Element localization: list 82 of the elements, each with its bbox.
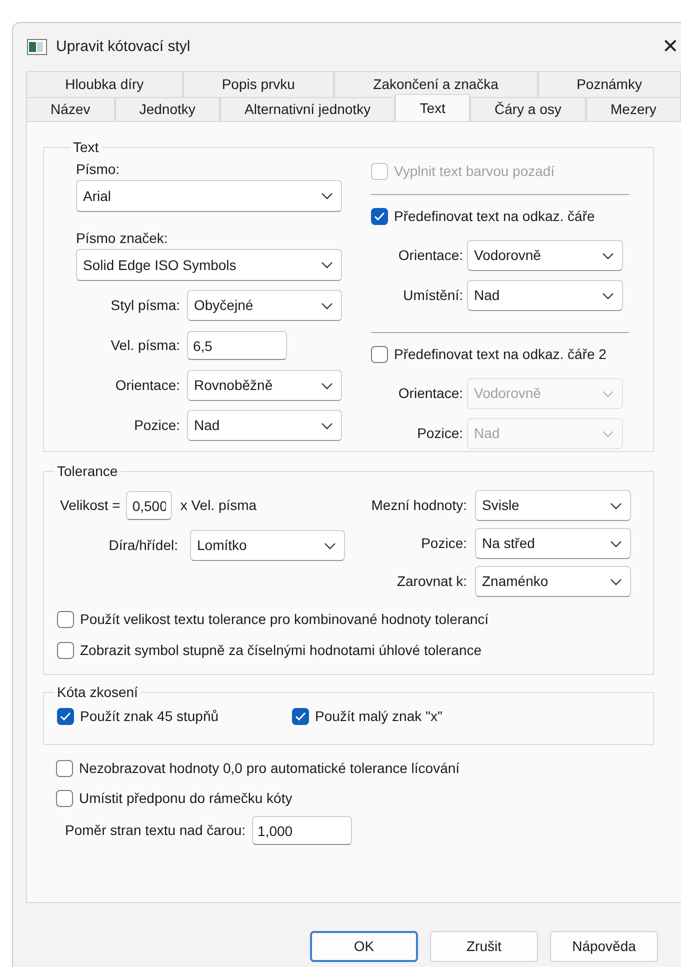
checkbox-label: Použít velikost textu tolerance pro kombinované hodnoty tolerancí	[80, 610, 489, 629]
chevron-down-icon	[602, 292, 614, 300]
checkbox[interactable]	[57, 642, 74, 658]
dropdown[interactable]: Arial	[76, 180, 342, 212]
checkbox[interactable]	[292, 708, 309, 724]
field-label: Orientace:	[114, 376, 180, 395]
dropdown[interactable]: Vodorovně	[467, 240, 623, 271]
tab[interactable]: Zakončení a značka	[334, 71, 538, 97]
group-title: Tolerance	[56, 462, 119, 480]
chevron-down-icon	[324, 542, 336, 550]
tab[interactable]: Hloubka díry	[26, 71, 183, 97]
tab[interactable]: Název	[26, 97, 115, 121]
field-label: Pozice:	[416, 424, 463, 443]
chevron-down-icon	[602, 252, 614, 260]
field-label: Orientace:	[397, 384, 463, 403]
text-field[interactable]: 6,5	[187, 331, 287, 360]
tab[interactable]: Mezery	[586, 97, 681, 121]
field-label: Díra/hřídel:	[108, 536, 178, 555]
button[interactable]: Nápověda	[550, 931, 658, 962]
dropdown[interactable]: Rovnoběžně	[187, 370, 342, 401]
checkbox-label: Použít malý znak "x"	[315, 706, 442, 726]
check-icon	[295, 712, 306, 720]
checkbox-label: Předefinovat text na odkaz. čáře	[394, 206, 595, 226]
dropdown[interactable]: Nad	[467, 280, 623, 311]
field-label: Písmo:	[76, 160, 121, 179]
chevron-down-icon	[321, 261, 333, 269]
button[interactable]: OK	[310, 931, 418, 962]
group-title: Text	[72, 138, 100, 156]
field-label: Orientace:	[397, 246, 463, 265]
tab[interactable]: Čáry a osy	[470, 97, 586, 121]
check-icon	[60, 712, 71, 720]
checkbox[interactable]	[371, 346, 388, 362]
close-button[interactable]: ✕	[662, 37, 681, 57]
checkbox[interactable]	[57, 708, 74, 724]
dropdown[interactable]: Znaménko	[475, 566, 631, 597]
field-label: Písmo značek:	[76, 229, 169, 248]
dropdown[interactable]: Na střed	[475, 528, 631, 559]
dropdown[interactable]: Nad	[187, 410, 342, 441]
field-label: Zarovnat k:	[396, 572, 467, 591]
chevron-down-icon	[610, 578, 622, 586]
field-label: Styl písma:	[110, 296, 180, 315]
field-label: Poměr stran textu nad čarou:	[65, 821, 246, 840]
dropdown[interactable]: Svisle	[475, 490, 631, 521]
chevron-down-icon	[602, 390, 614, 398]
checkbox-label: Zobrazit symbol stupně za číselnými hodnotami úhlové tolerance	[80, 640, 482, 660]
dropdown[interactable]: Solid Edge ISO Symbols	[76, 249, 342, 281]
check-icon	[374, 212, 385, 220]
text-field[interactable]: 1,000	[252, 816, 352, 845]
chevron-down-icon	[602, 430, 614, 438]
checkbox[interactable]	[56, 790, 73, 806]
field-label: Velikost =	[60, 496, 120, 515]
field-label: Umístění:	[402, 286, 463, 305]
checkbox-label: Nezobrazovat hodnoty 0,0 pro automatické tolerance lícování	[79, 758, 460, 778]
window-title: Upravit kótovací styl	[56, 36, 190, 57]
chevron-down-icon	[610, 502, 622, 510]
chevron-down-icon	[321, 302, 333, 310]
checkbox-label: Vyplnit text barvou pozadí	[394, 162, 555, 181]
checkbox-label: Použít znak 45 stupňů	[80, 706, 219, 726]
chevron-down-icon	[321, 422, 333, 430]
tab[interactable]: Text	[395, 94, 470, 121]
app-icon	[27, 39, 47, 55]
dropdown[interactable]: Lomítko	[190, 530, 345, 561]
checkbox[interactable]	[371, 208, 388, 224]
dropdown[interactable]: Obyčejné	[187, 290, 342, 321]
button[interactable]: Zrušit	[430, 931, 538, 962]
group-title: Kóta zkosení	[56, 683, 139, 701]
checkbox[interactable]	[56, 760, 73, 776]
field-label: Pozice:	[133, 416, 180, 435]
field-label: Pozice:	[420, 534, 467, 553]
tab[interactable]: Popis prvku	[182, 71, 334, 97]
checkbox-label: Předefinovat text na odkaz. čáře 2	[394, 344, 606, 364]
chevron-down-icon	[321, 192, 333, 200]
chevron-down-icon	[610, 540, 622, 548]
field-label: Mezní hodnoty:	[370, 496, 467, 515]
tab[interactable]: Alternativní jednotky	[220, 97, 396, 121]
tab[interactable]: Jednotky	[114, 97, 220, 121]
field-label: x Vel. písma	[180, 496, 257, 515]
field-label: Vel. písma:	[110, 336, 180, 355]
checkbox[interactable]	[57, 610, 74, 628]
checkbox-label: Umístit předponu do rámečku kóty	[79, 788, 292, 808]
chevron-down-icon	[321, 382, 333, 390]
tab[interactable]: Poznámky	[538, 71, 681, 97]
